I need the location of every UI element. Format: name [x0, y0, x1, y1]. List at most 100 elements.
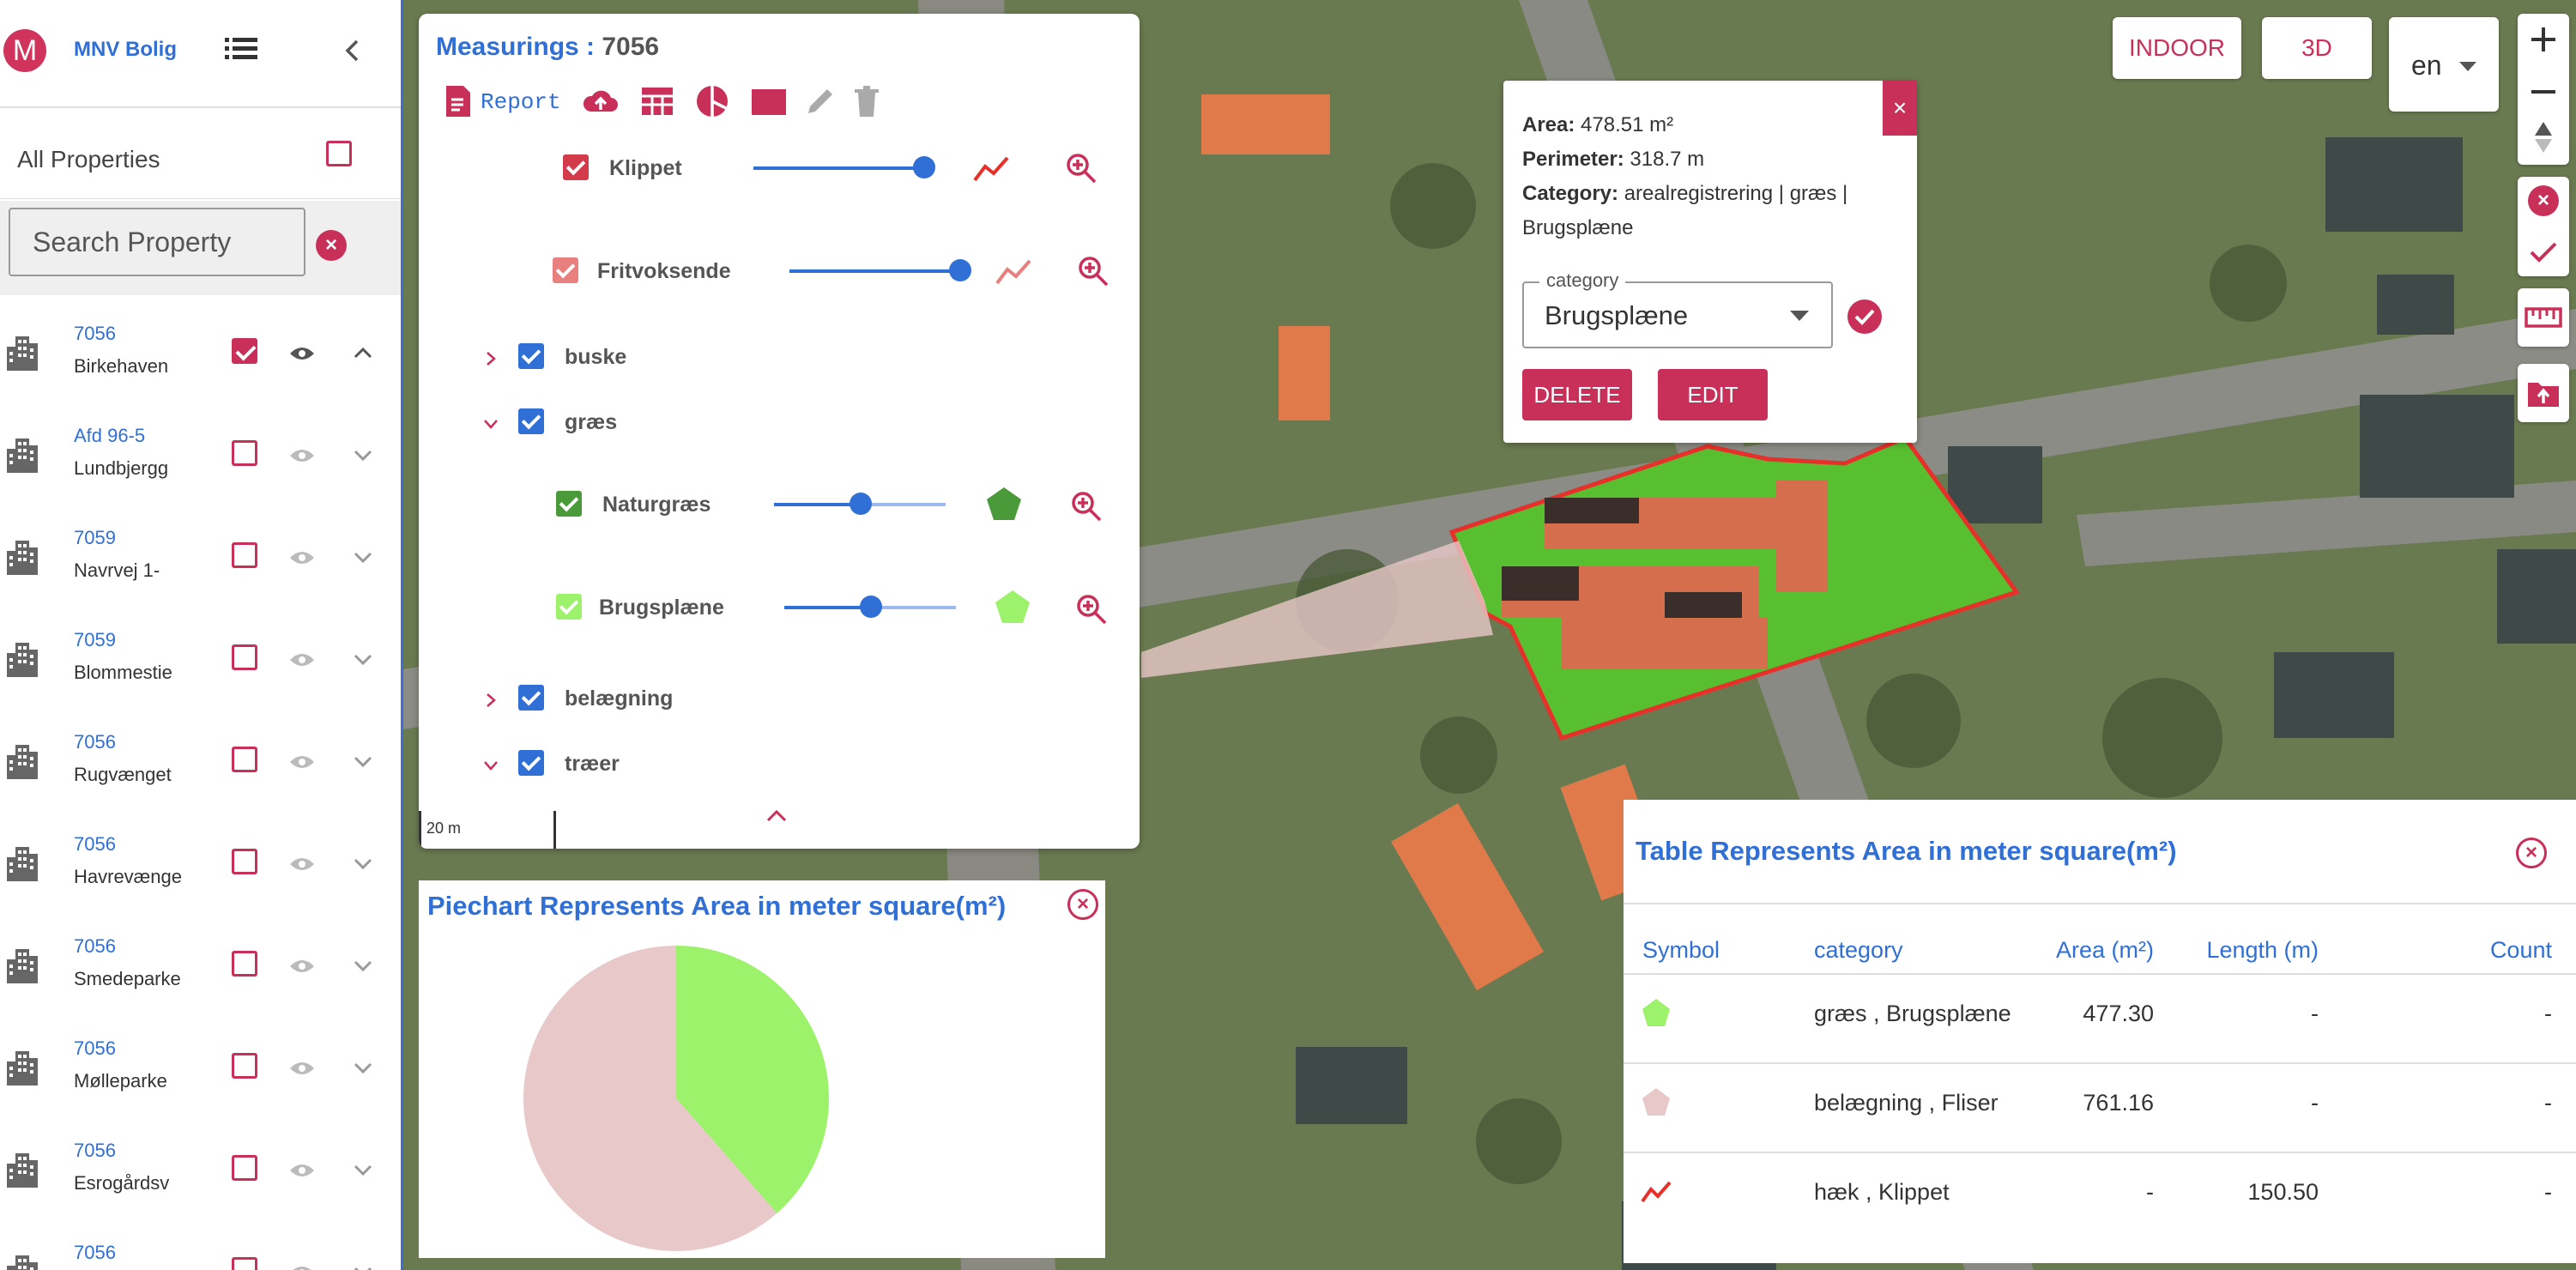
belaegning-checkbox[interactable]	[518, 685, 544, 711]
property-row[interactable]: 7056 Smedeparke	[0, 913, 401, 1015]
property-code[interactable]: 7056	[74, 833, 116, 856]
3d-button[interactable]: 3D	[2262, 17, 2372, 79]
visibility-eye-icon[interactable]	[289, 856, 315, 873]
zoom-to-naturgraes-icon[interactable]	[1069, 489, 1104, 523]
property-row[interactable]: 7059 Blommestie	[0, 607, 401, 709]
expand-belaegning-icon[interactable]	[482, 692, 499, 709]
edit-button[interactable]: EDIT	[1658, 369, 1768, 420]
expand-property-icon[interactable]	[350, 544, 376, 570]
property-code[interactable]: 7059	[74, 629, 116, 651]
trash-icon[interactable]	[848, 82, 886, 120]
table-icon[interactable]	[638, 82, 676, 120]
search-input[interactable]: Search Property	[9, 208, 305, 276]
confirm-edit-icon[interactable]	[2528, 237, 2559, 268]
klippet-checkbox[interactable]	[563, 154, 589, 180]
property-checkbox[interactable]	[232, 1257, 257, 1270]
property-code[interactable]: 7056	[74, 323, 116, 345]
cancel-edit-icon[interactable]: ×	[2528, 185, 2559, 216]
visibility-eye-icon[interactable]	[289, 1060, 315, 1077]
visibility-eye-icon[interactable]	[289, 651, 315, 668]
expand-property-icon[interactable]	[350, 646, 376, 672]
expand-property-icon[interactable]	[350, 1259, 376, 1270]
property-row[interactable]: 7056 Mølleparke	[0, 1015, 401, 1117]
expand-property-icon[interactable]	[350, 748, 376, 774]
list-view-icon[interactable]	[225, 36, 257, 62]
pencil-icon[interactable]	[801, 82, 839, 120]
expand-property-icon[interactable]	[350, 850, 376, 876]
folder-upload-icon[interactable]	[2526, 376, 2561, 410]
close-table-icon[interactable]: ×	[2516, 838, 2547, 868]
property-checkbox[interactable]	[232, 542, 257, 568]
naturgraes-opacity-slider[interactable]	[774, 493, 946, 515]
indoor-button[interactable]: INDOOR	[2113, 17, 2241, 79]
visibility-eye-icon[interactable]	[289, 447, 315, 464]
confirm-category-icon[interactable]	[1847, 299, 1883, 335]
buske-checkbox[interactable]	[518, 343, 544, 369]
naturgraes-checkbox[interactable]	[556, 491, 582, 517]
visibility-eye-icon[interactable]	[289, 345, 315, 362]
pie-chart-icon[interactable]	[693, 82, 731, 120]
property-checkbox[interactable]	[232, 440, 257, 466]
visibility-eye-icon[interactable]	[289, 753, 315, 771]
visibility-eye-icon[interactable]	[289, 958, 315, 975]
collapse-graes-icon[interactable]	[482, 415, 499, 432]
property-row[interactable]: 7056	[0, 1219, 401, 1270]
language-select[interactable]: en	[2389, 17, 2499, 112]
collapse-panel-icon[interactable]	[765, 807, 788, 824]
clear-search-icon[interactable]: ×	[316, 230, 347, 261]
traeer-checkbox[interactable]	[518, 750, 544, 776]
collapse-property-icon[interactable]	[350, 340, 376, 366]
compass-north-icon[interactable]	[2533, 120, 2554, 154]
property-checkbox[interactable]	[232, 747, 257, 772]
rectangle-draw-icon[interactable]	[750, 82, 788, 120]
brugsplaene-checkbox[interactable]	[556, 594, 582, 620]
property-code[interactable]: Afd 96-5	[74, 425, 145, 447]
expand-property-icon[interactable]	[350, 442, 376, 468]
all-properties-checkbox[interactable]	[326, 141, 352, 166]
property-row[interactable]: 7059 Navrvej 1-	[0, 505, 401, 607]
collapse-sidebar-icon[interactable]	[336, 34, 369, 67]
delete-button[interactable]: DELETE	[1522, 369, 1632, 420]
property-checkbox[interactable]	[232, 338, 257, 364]
fritvoksende-opacity-slider[interactable]	[789, 259, 971, 281]
graes-checkbox[interactable]	[518, 408, 544, 434]
visibility-eye-icon[interactable]	[289, 549, 315, 566]
cloud-upload-icon[interactable]	[582, 82, 620, 120]
property-code[interactable]: 7059	[74, 527, 116, 549]
visibility-eye-icon[interactable]	[289, 1264, 315, 1270]
zoom-out-icon[interactable]	[2530, 88, 2557, 96]
brugsplaene-opacity-slider[interactable]	[784, 596, 956, 618]
property-checkbox[interactable]	[232, 849, 257, 874]
property-checkbox[interactable]	[232, 1155, 257, 1181]
property-checkbox[interactable]	[232, 644, 257, 670]
property-code[interactable]: 7056	[74, 1037, 116, 1060]
property-row[interactable]: 7056 Birkehaven	[0, 300, 401, 402]
category-select[interactable]: category Brugsplæne	[1522, 269, 1833, 348]
expand-property-icon[interactable]	[350, 1055, 376, 1080]
close-popup-button[interactable]: ×	[1883, 81, 1917, 136]
report-button[interactable]: Report	[481, 89, 561, 115]
property-code[interactable]: 7056	[74, 935, 116, 958]
fritvoksende-checkbox[interactable]	[553, 257, 578, 283]
close-piechart-icon[interactable]: ×	[1067, 889, 1098, 920]
property-row[interactable]: 7056 Esrogårdsv	[0, 1117, 401, 1219]
property-checkbox[interactable]	[232, 1053, 257, 1079]
property-code[interactable]: 7056	[74, 1242, 116, 1264]
expand-property-icon[interactable]	[350, 952, 376, 978]
klippet-opacity-slider[interactable]	[753, 156, 935, 178]
ruler-icon[interactable]	[2525, 302, 2562, 333]
expand-property-icon[interactable]	[350, 1157, 376, 1182]
collapse-traeer-icon[interactable]	[482, 757, 499, 774]
report-icon[interactable]	[439, 82, 477, 120]
zoom-to-brugsplaene-icon[interactable]	[1074, 592, 1109, 626]
zoom-to-fritvoksende-icon[interactable]	[1076, 254, 1110, 288]
property-row[interactable]: Afd 96-5 Lundbjergg	[0, 402, 401, 505]
zoom-in-icon[interactable]	[2530, 26, 2557, 53]
property-checkbox[interactable]	[232, 951, 257, 977]
zoom-to-klippet-icon[interactable]	[1064, 151, 1098, 185]
property-code[interactable]: 7056	[74, 731, 116, 753]
visibility-eye-icon[interactable]	[289, 1162, 315, 1179]
expand-buske-icon[interactable]	[482, 350, 499, 367]
property-row[interactable]: 7056 Rugvænget	[0, 709, 401, 811]
property-row[interactable]: 7056 Havrevænge	[0, 811, 401, 913]
